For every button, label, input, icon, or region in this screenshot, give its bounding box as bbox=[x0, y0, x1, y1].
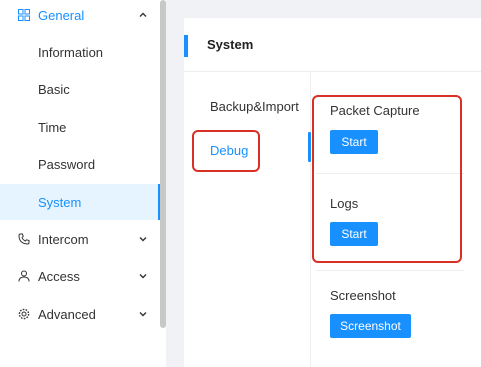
sidebar-item-system[interactable]: System bbox=[0, 184, 160, 220]
chevron-up-icon bbox=[138, 10, 148, 20]
sidebar-item-advanced[interactable]: Advanced bbox=[0, 296, 160, 332]
sidebar-item-label: Basic bbox=[38, 81, 70, 97]
sidebar-item-general[interactable]: General bbox=[0, 0, 160, 33]
chevron-down-icon bbox=[138, 234, 148, 244]
sidebar-item-label: General bbox=[38, 7, 85, 23]
debug-tools-highlight bbox=[312, 95, 462, 263]
sidebar-item-label: Intercom bbox=[38, 231, 89, 247]
sidebar-item-label: Information bbox=[38, 44, 104, 60]
debug-tab-highlight bbox=[192, 130, 260, 172]
sidebar-item-intercom[interactable]: Intercom bbox=[0, 221, 160, 257]
sidebar-item-password[interactable]: Password bbox=[0, 146, 160, 182]
sidebar-item-basic[interactable]: Basic bbox=[0, 71, 160, 107]
tab-active-indicator bbox=[308, 132, 311, 162]
gear-icon bbox=[18, 308, 30, 320]
sidebar-item-label: Access bbox=[38, 268, 80, 284]
user-icon bbox=[18, 270, 30, 282]
sidebar-item-label: Time bbox=[38, 119, 67, 135]
page-title: System bbox=[207, 37, 254, 52]
tab-backup-import[interactable]: Backup&Import bbox=[210, 99, 299, 114]
sidebar-item-information[interactable]: Information bbox=[0, 34, 160, 70]
title-accent-bar bbox=[184, 35, 188, 57]
panel-header: System bbox=[184, 18, 481, 72]
tabs-divider bbox=[310, 72, 311, 367]
screenshot-button[interactable]: Screenshot bbox=[330, 314, 411, 338]
screenshot-label: Screenshot bbox=[330, 288, 396, 303]
sidebar-item-label: System bbox=[38, 194, 82, 210]
chevron-down-icon bbox=[138, 271, 148, 281]
chevron-down-icon bbox=[138, 309, 148, 319]
section-divider bbox=[316, 270, 464, 271]
sidebar: General Information Basic Time Password … bbox=[0, 0, 166, 367]
sidebar-item-label: Password bbox=[38, 156, 96, 172]
sidebar-item-label: Advanced bbox=[38, 306, 96, 322]
grid-icon bbox=[18, 9, 30, 21]
sidebar-item-access[interactable]: Access bbox=[0, 258, 160, 294]
sidebar-item-time[interactable]: Time bbox=[0, 109, 160, 145]
sidebar-scrollbar[interactable] bbox=[160, 0, 166, 328]
phone-icon bbox=[18, 233, 30, 245]
